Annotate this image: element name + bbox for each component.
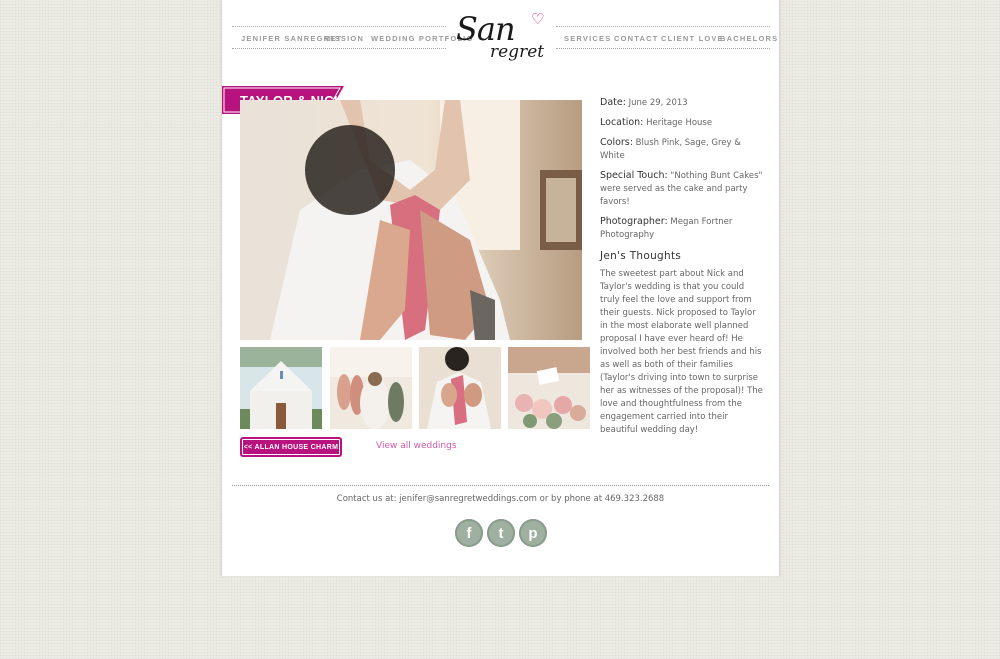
nav-divider-top-right: [556, 26, 770, 27]
nav-divider-bottom-left: [232, 48, 446, 49]
thumbnail-flowers[interactable]: [508, 347, 590, 429]
page-container: JENIFER SANREGRET MISSION WEDDING PORTFO…: [221, 0, 780, 576]
footer-contact: Contact us at: jenifer@sanregretweddings…: [336, 494, 665, 504]
thumbnail-bridesmaids[interactable]: [330, 347, 412, 429]
pinterest-icon[interactable]: p: [519, 519, 547, 547]
facebook-icon[interactable]: f: [455, 519, 483, 547]
footer-divider: [232, 485, 769, 486]
location-value: Heritage House: [646, 118, 713, 128]
detail-location: Location: Heritage House: [600, 116, 766, 130]
date-label: Date:: [600, 97, 626, 108]
previous-wedding-button[interactable]: << ALLAN HOUSE CHARM: [240, 437, 342, 457]
nav-services[interactable]: SERVICES: [564, 34, 611, 43]
view-all-weddings-link[interactable]: View all weddings: [376, 441, 457, 451]
wedding-details: Date: June 29, 2013 Location: Heritage H…: [600, 96, 766, 437]
photographer-label: Photographer:: [600, 216, 668, 227]
date-value: June 29, 2013: [628, 98, 688, 108]
heart-icon: ♡: [531, 10, 545, 28]
thoughts-heading: Jen's Thoughts: [600, 250, 682, 262]
logo[interactable]: San regret ♡: [452, 8, 552, 70]
detail-date: Date: June 29, 2013: [600, 96, 766, 110]
nav-mission[interactable]: MISSION: [324, 34, 364, 43]
special-touch-label: Special Touch:: [600, 170, 668, 181]
logo-regret: regret: [490, 42, 545, 62]
detail-photographer: Photographer: Megan Fortner Photography: [600, 215, 766, 242]
nav-divider-top-left: [232, 26, 446, 27]
thumbnail-groom-tie[interactable]: [419, 347, 501, 429]
thumbnail-chapel[interactable]: [240, 347, 322, 429]
detail-special-touch: Special Touch: "Nothing Bunt Cakes" were…: [600, 169, 766, 209]
main-photo[interactable]: [240, 100, 582, 340]
location-label: Location:: [600, 117, 644, 128]
twitter-icon[interactable]: t: [487, 519, 515, 547]
nav-client-love[interactable]: CLIENT LOVE: [661, 34, 724, 43]
colors-label: Colors:: [600, 137, 633, 148]
thoughts-body: The sweetest part about Nick and Taylor'…: [600, 269, 763, 435]
nav-divider-bottom-right: [556, 48, 770, 49]
nav-contact[interactable]: CONTACT: [614, 34, 659, 43]
detail-colors: Colors: Blush Pink, Sage, Grey & White: [600, 136, 766, 163]
nav-bachelors[interactable]: BACHELORS: [720, 34, 778, 43]
